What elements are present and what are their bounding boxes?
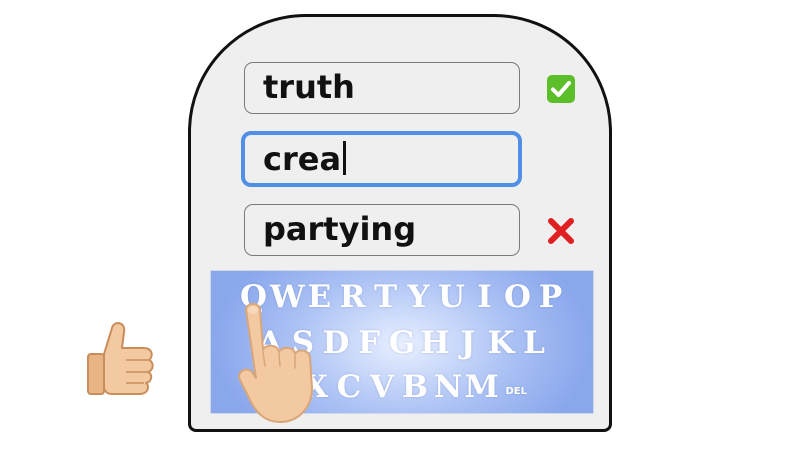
- key-n[interactable]: N: [432, 369, 465, 405]
- pointing-hand-icon: [238, 303, 313, 423]
- word-text: partying: [263, 210, 417, 248]
- key-m[interactable]: M: [465, 369, 499, 405]
- key-h[interactable]: H: [419, 325, 452, 361]
- key-v[interactable]: V: [366, 369, 399, 405]
- check-mark-icon: [546, 74, 576, 104]
- text-cursor: [343, 141, 347, 175]
- key-u[interactable]: U: [435, 279, 468, 315]
- word-field-1[interactable]: truth: [244, 62, 520, 114]
- key-l[interactable]: L: [518, 325, 551, 361]
- key-b[interactable]: B: [399, 369, 432, 405]
- word-text: crea: [263, 140, 342, 178]
- word-field-2-active[interactable]: crea: [241, 131, 522, 187]
- key-f[interactable]: F: [353, 325, 386, 361]
- cross-mark-icon: [546, 216, 576, 246]
- key-r[interactable]: R: [336, 279, 369, 315]
- key-delete[interactable]: DEL: [498, 386, 538, 397]
- word-text: truth: [263, 68, 355, 106]
- key-g[interactable]: G: [386, 325, 419, 361]
- key-c[interactable]: C: [333, 369, 366, 405]
- key-t[interactable]: T: [369, 279, 402, 315]
- key-p[interactable]: P: [534, 279, 567, 315]
- key-i[interactable]: I: [468, 279, 501, 315]
- key-j[interactable]: J: [452, 325, 485, 361]
- key-y[interactable]: Y: [402, 279, 435, 315]
- key-k[interactable]: K: [485, 325, 518, 361]
- key-o[interactable]: O: [501, 279, 534, 315]
- word-field-3[interactable]: partying: [244, 204, 520, 256]
- thumbs-up-icon: [87, 322, 154, 395]
